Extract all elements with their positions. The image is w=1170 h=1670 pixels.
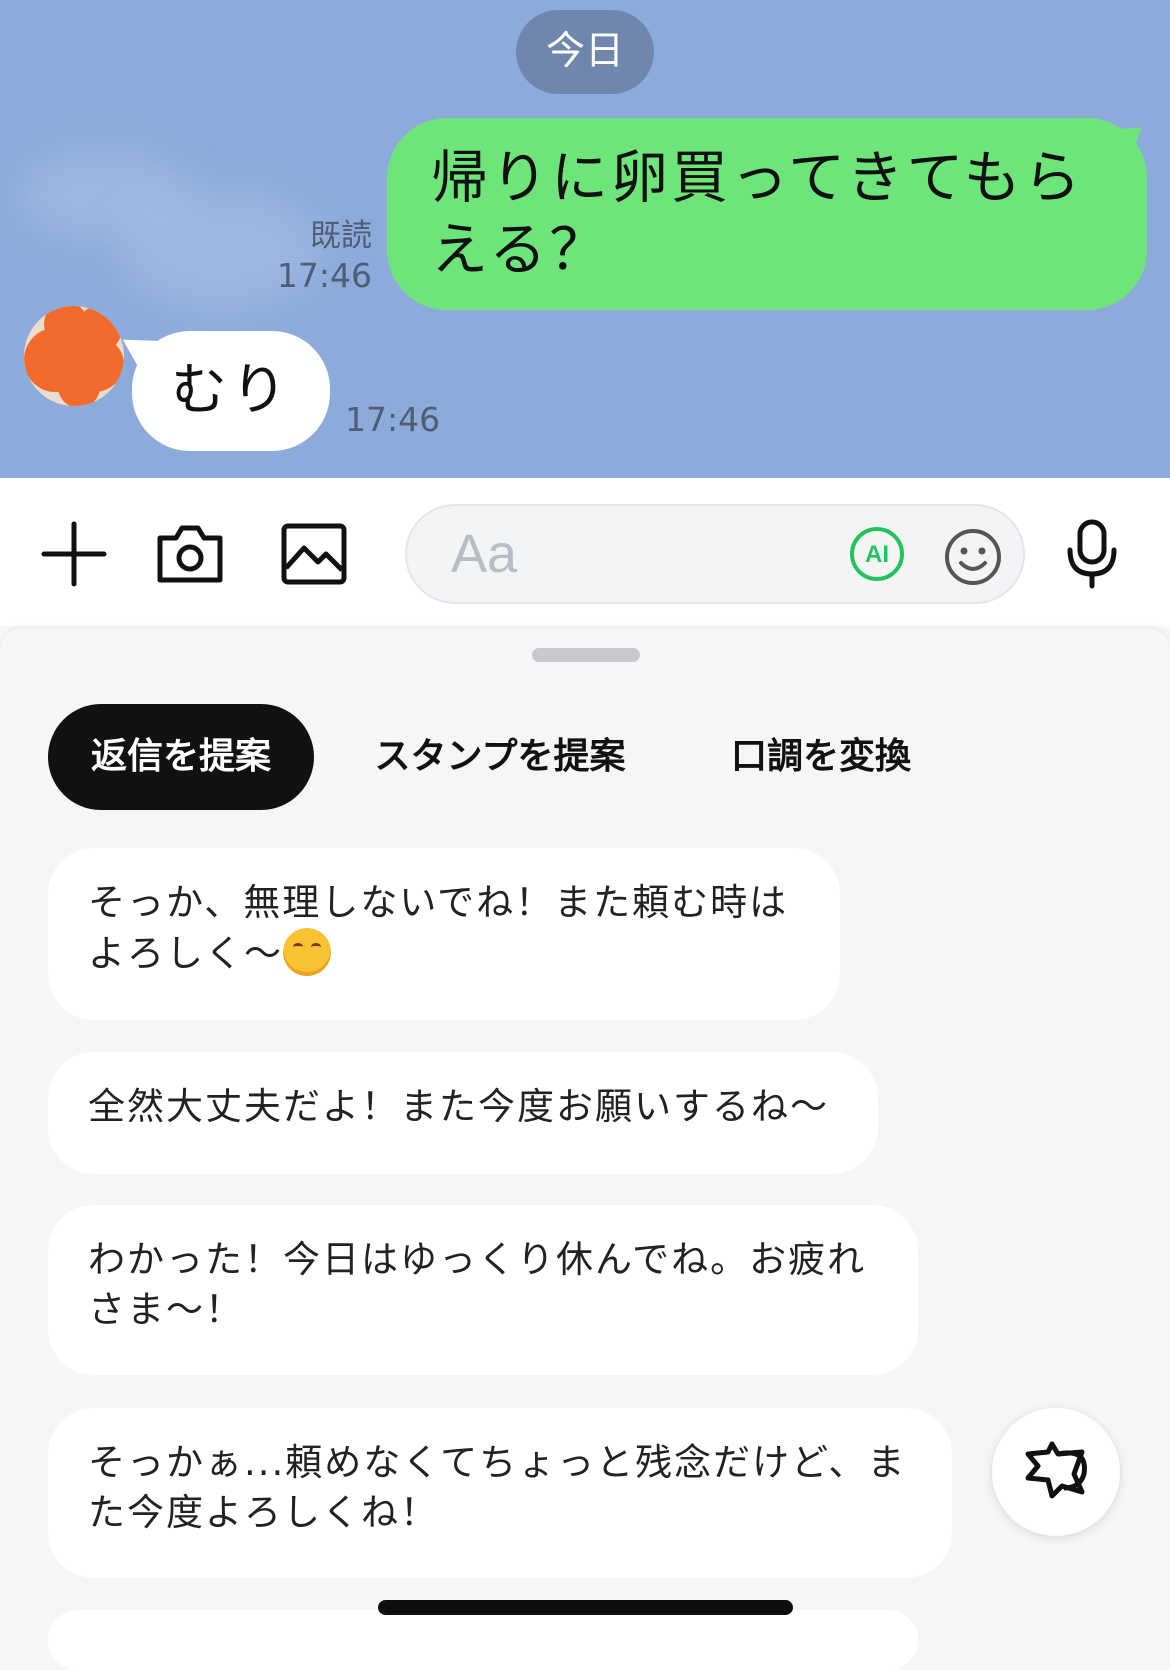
microphone-icon[interactable] xyxy=(1056,518,1128,590)
tab-tone-conversion[interactable]: 口調を変換 xyxy=(716,704,926,810)
plus-icon[interactable] xyxy=(38,518,110,590)
message-input-placeholder: Aa xyxy=(451,524,518,584)
sticker-button[interactable] xyxy=(992,1408,1120,1536)
tab-reply-suggestions[interactable]: 返信を提案 xyxy=(48,704,314,810)
tab-sticker-suggestions[interactable]: スタンプを提案 xyxy=(360,704,640,810)
panel-drag-handle[interactable] xyxy=(532,648,640,662)
emoji-icon[interactable] xyxy=(943,527,1003,587)
read-receipt: 既読 xyxy=(310,218,372,254)
reply-suggestion[interactable]: わかった！今日はゆっくり休んでね。お疲れさま〜！ xyxy=(48,1205,918,1375)
avatar[interactable] xyxy=(24,306,124,406)
message-input[interactable]: Aa AI xyxy=(405,504,1025,604)
message-toolbar: Aa AI xyxy=(0,478,1170,626)
image-icon[interactable] xyxy=(278,518,350,590)
home-indicator xyxy=(378,1600,793,1615)
sticker-icon xyxy=(1025,1441,1087,1499)
outgoing-message-bubble[interactable]: 帰りに卵買ってきてもらえる？ xyxy=(387,118,1147,310)
incoming-message-bubble[interactable]: むり xyxy=(132,331,330,451)
reply-suggestion-text: 全然大丈夫だよ！また今度お願いするね〜 xyxy=(88,1085,829,1128)
camera-icon[interactable] xyxy=(154,518,226,590)
reply-suggestion[interactable]: そっか、無理しないでね！また頼む時はよろしく〜 xyxy=(48,848,840,1020)
smiling-face-emoji xyxy=(283,928,331,976)
reply-suggestion-text: わかった！今日はゆっくり休んでね。お疲れさま〜！ xyxy=(88,1238,867,1331)
reply-suggestion-text: そっか、無理しないでね！また頼む時はよろしく〜 xyxy=(88,881,789,975)
reply-suggestion-text: そっかぁ...頼めなくてちょっと残念だけど、また今度よろしくね！ xyxy=(88,1441,907,1534)
reply-suggestion[interactable] xyxy=(48,1610,918,1670)
reply-suggestion[interactable]: そっかぁ...頼めなくてちょっと残念だけど、また今度よろしくね！ xyxy=(48,1408,952,1578)
outgoing-message-time: 17:46 xyxy=(276,256,372,295)
incoming-message-time: 17:46 xyxy=(345,400,441,439)
ai-icon[interactable]: AI xyxy=(850,527,904,581)
chat-area: 今日 帰りに卵買ってきてもらえる？ 既読 17:46 むり 17:46 xyxy=(0,0,1170,478)
reply-suggestion[interactable]: 全然大丈夫だよ！また今度お願いするね〜 xyxy=(48,1052,878,1174)
date-chip: 今日 xyxy=(516,10,654,94)
